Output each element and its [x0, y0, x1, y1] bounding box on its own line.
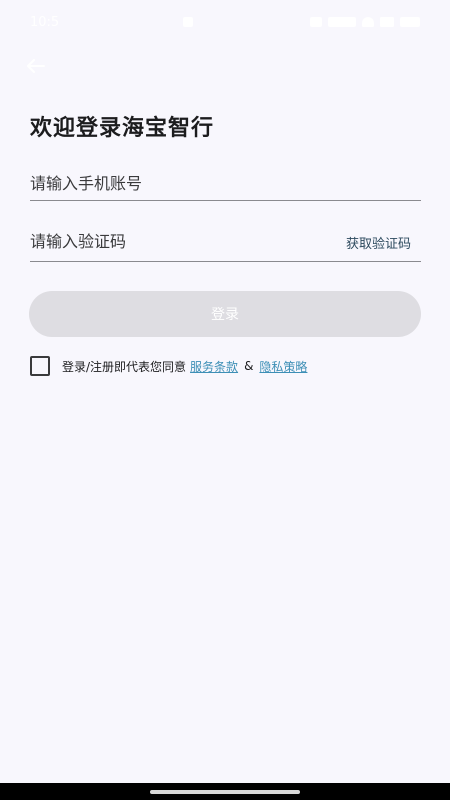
- notification-icon: [183, 17, 194, 27]
- code-input[interactable]: [30, 222, 346, 261]
- phone-field: [30, 166, 421, 201]
- system-nav-bar: [0, 783, 450, 800]
- privacy-link[interactable]: 隐私策略: [259, 358, 307, 375]
- status-left: 10:5: [30, 14, 194, 30]
- home-indicator[interactable]: [150, 789, 300, 794]
- status-right: [310, 17, 420, 27]
- login-screen: 10:5 欢迎登录海宝智行 获取验证码 登录 登录/注册即代表您同意 服务条款 …: [0, 0, 450, 800]
- wifi-icon: [362, 17, 374, 27]
- agreement-row: 登录/注册即代表您同意 服务条款 & 隐私策略: [30, 356, 311, 376]
- back-button[interactable]: [22, 54, 50, 78]
- terms-link[interactable]: 服务条款: [190, 358, 238, 375]
- agreement-text: 登录/注册即代表您同意: [62, 359, 187, 374]
- code-field: 获取验证码: [30, 222, 421, 262]
- get-code-button[interactable]: 获取验证码: [346, 231, 421, 252]
- login-button[interactable]: 登录: [29, 291, 421, 337]
- phone-input[interactable]: [30, 166, 421, 200]
- agreement-checkbox[interactable]: [30, 356, 50, 376]
- ampersand-text: &: [244, 359, 254, 373]
- alarm-icon: [310, 17, 322, 27]
- speed-icon: [328, 17, 356, 27]
- status-time: 10:5: [30, 14, 60, 30]
- arrow-left-icon: [27, 59, 45, 73]
- page-title: 欢迎登录海宝智行: [30, 116, 215, 141]
- battery-icon: [400, 17, 420, 27]
- signal-icon: [380, 17, 394, 27]
- status-bar: 10:5: [0, 0, 450, 44]
